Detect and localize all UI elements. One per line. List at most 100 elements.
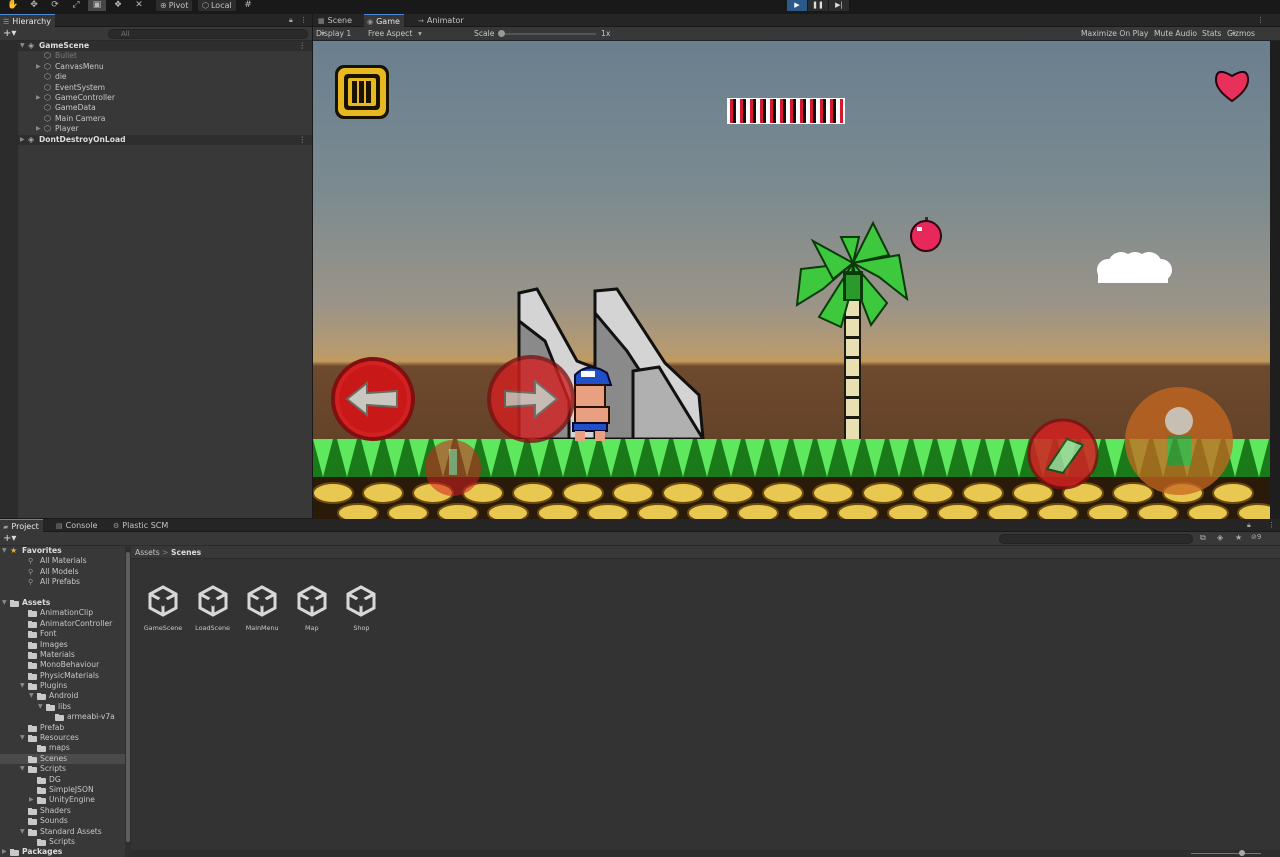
scene-asset[interactable]: Shop bbox=[336, 584, 386, 632]
folder-item[interactable]: Sounds bbox=[0, 816, 125, 826]
folder-item[interactable]: PhysicMaterials bbox=[0, 671, 125, 681]
folder-item[interactable]: Scenes bbox=[0, 753, 125, 765]
scrollbar-thumb[interactable] bbox=[126, 552, 130, 842]
expand-down-icon[interactable]: ▼ bbox=[20, 827, 25, 837]
tab-game[interactable]: ◉ Game bbox=[364, 14, 404, 27]
tab-scene[interactable]: ▦ Scene bbox=[315, 14, 356, 27]
pause-button-icon[interactable] bbox=[335, 65, 389, 119]
folder-item[interactable]: ▼ Plugins bbox=[0, 681, 125, 691]
hierarchy-scene-row[interactable]: ▼ ◈ GameScene ⋮ bbox=[0, 41, 312, 52]
folder-item[interactable]: ▼ libs bbox=[0, 702, 125, 712]
pause-button[interactable]: ❚❚ bbox=[808, 0, 828, 11]
game-menu-icon[interactable]: ⋮ bbox=[1257, 14, 1264, 27]
crouch-button-icon[interactable] bbox=[425, 440, 481, 496]
favorite-search-item[interactable]: ⚲ All Materials bbox=[0, 556, 125, 566]
folder-item[interactable]: armeabi-v7a bbox=[0, 712, 125, 722]
rotate-tool-icon[interactable]: ⟳ bbox=[46, 0, 64, 11]
hierarchy-object-row[interactable]: ▶ ⬡ CanvasMenu bbox=[0, 62, 312, 72]
expand-right-icon[interactable]: ▶ bbox=[29, 795, 34, 805]
folder-item[interactable]: Images bbox=[0, 640, 125, 650]
favorite-search-item[interactable]: ⚲ All Models bbox=[0, 567, 125, 577]
hierarchy-object-row[interactable]: ⬡ EventSystem bbox=[0, 83, 312, 93]
folder-item[interactable]: MonoBehaviour bbox=[0, 660, 125, 670]
favorite-star-icon[interactable]: ★ bbox=[1235, 533, 1242, 542]
play-button[interactable]: ▶ bbox=[787, 0, 807, 11]
folder-item[interactable]: SimpleJSON bbox=[0, 785, 125, 795]
scale-slider-handle[interactable] bbox=[498, 30, 505, 37]
folder-item[interactable]: ▶ UnityEngine bbox=[0, 795, 125, 805]
folder-item[interactable]: AnimationClip bbox=[0, 608, 125, 618]
create-asset-button[interactable]: +▾ bbox=[3, 533, 16, 544]
filter-type-icon[interactable]: ⧉ bbox=[1200, 533, 1206, 543]
tree-section-header[interactable]: ▼ ★ Favorites bbox=[0, 546, 125, 556]
scene-asset[interactable]: LoadScene bbox=[188, 584, 238, 632]
move-left-button-icon[interactable] bbox=[331, 357, 415, 441]
tab-plastic-scm[interactable]: ⚙ Plastic SCM bbox=[110, 519, 172, 532]
folder-item[interactable]: Font bbox=[0, 629, 125, 639]
zoom-slider-handle[interactable] bbox=[1239, 850, 1245, 856]
local-toggle[interactable]: ⬡ Local bbox=[198, 0, 236, 11]
expand-down-icon[interactable]: ▼ bbox=[38, 702, 43, 712]
scene-asset[interactable]: GameScene bbox=[138, 584, 188, 632]
scene-menu-icon[interactable]: ⋮ bbox=[298, 135, 306, 145]
maximize-on-play-toggle[interactable]: Maximize On Play bbox=[1081, 27, 1148, 41]
project-menu-icon[interactable]: ⋮ bbox=[1268, 519, 1275, 532]
pivot-toggle[interactable]: ⊕ Pivot bbox=[156, 0, 193, 11]
folder-item[interactable]: DG bbox=[0, 775, 125, 785]
stats-toggle[interactable]: Stats bbox=[1202, 27, 1221, 41]
hierarchy-object-row[interactable]: ⬡ Main Camera bbox=[0, 114, 312, 124]
folder-item[interactable]: Shaders bbox=[0, 806, 125, 816]
grid-snap-icon[interactable]: # bbox=[239, 0, 257, 11]
scene-asset[interactable]: Map bbox=[287, 584, 337, 632]
move-tool-icon[interactable]: ✥ bbox=[25, 0, 43, 11]
project-search-input[interactable] bbox=[999, 534, 1193, 544]
hierarchy-object-row[interactable]: ▶ ⬡ GameController bbox=[0, 93, 312, 103]
hierarchy-lock-icon[interactable]: 🔒︎ bbox=[289, 14, 293, 27]
expand-down-icon[interactable]: ▼ bbox=[2, 598, 7, 608]
move-right-button-icon[interactable] bbox=[487, 355, 575, 443]
breadcrumb-scenes[interactable]: Scenes bbox=[171, 546, 201, 559]
hand-tool-icon[interactable]: ✋ bbox=[4, 0, 22, 11]
expand-right-icon[interactable]: ▶ bbox=[36, 93, 41, 103]
hierarchy-menu-icon[interactable]: ⋮ bbox=[300, 14, 307, 27]
game-viewport[interactable] bbox=[313, 41, 1270, 519]
rect-tool-icon[interactable]: ▣ bbox=[88, 0, 106, 11]
folder-item[interactable]: ▼ Android bbox=[0, 691, 125, 701]
hierarchy-search-input[interactable]: All bbox=[108, 29, 308, 39]
tab-hierarchy[interactable]: ☰ Hierarchy bbox=[0, 14, 55, 27]
expand-down-icon[interactable]: ▼ bbox=[29, 691, 34, 701]
expand-down-icon[interactable]: ▼ bbox=[2, 546, 7, 556]
tab-project[interactable]: ▰ Project bbox=[0, 519, 43, 532]
filter-label-icon[interactable]: ◈ bbox=[1217, 533, 1223, 542]
mute-audio-toggle[interactable]: Mute Audio bbox=[1154, 27, 1197, 41]
hierarchy-object-row[interactable]: ⬡ Bullet bbox=[0, 51, 312, 61]
tree-section-header[interactable]: ▼ Assets bbox=[0, 598, 125, 608]
folder-item[interactable]: Scripts bbox=[0, 837, 125, 847]
transform-tool-icon[interactable]: ❖ bbox=[109, 0, 127, 11]
jump-button-icon[interactable] bbox=[1125, 387, 1233, 495]
favorite-search-item[interactable]: ⚲ All Prefabs bbox=[0, 577, 125, 587]
custom-tool-icon[interactable]: ✕ bbox=[130, 0, 148, 11]
attack-button-icon[interactable] bbox=[1027, 418, 1099, 490]
folder-item[interactable]: ▼ Scripts bbox=[0, 764, 125, 774]
expand-down-icon[interactable]: ▼ bbox=[20, 764, 25, 774]
breadcrumb-assets[interactable]: Assets bbox=[135, 546, 160, 559]
hidden-packages-toggle[interactable]: ⊘9 bbox=[1251, 533, 1261, 541]
tab-animator[interactable]: ⇝ Animator bbox=[415, 14, 468, 27]
expand-right-icon[interactable]: ▶ bbox=[36, 62, 41, 72]
folder-item[interactable]: maps bbox=[0, 743, 125, 753]
folder-item[interactable]: Prefab bbox=[0, 723, 125, 733]
scene-menu-icon[interactable]: ⋮ bbox=[298, 41, 306, 51]
hierarchy-object-row[interactable]: ▶ ⬡ Player bbox=[0, 124, 312, 134]
zoom-slider-track[interactable] bbox=[1191, 853, 1261, 854]
project-lock-icon[interactable]: 🔒︎ bbox=[1247, 519, 1251, 532]
hierarchy-scene-row[interactable]: ▶ ◈ DontDestroyOnLoad ⋮ bbox=[0, 134, 312, 145]
scale-slider-track[interactable] bbox=[500, 33, 596, 35]
step-button[interactable]: ▶| bbox=[829, 0, 849, 11]
tree-section-header[interactable]: ▶ Packages bbox=[0, 847, 125, 857]
hierarchy-object-row[interactable]: ⬡ GameData bbox=[0, 103, 312, 113]
folder-item[interactable]: AnimatorController bbox=[0, 619, 125, 629]
folder-item[interactable]: Materials bbox=[0, 650, 125, 660]
expand-right-icon[interactable]: ▶ bbox=[36, 124, 41, 134]
folder-item[interactable]: ▼ Resources bbox=[0, 733, 125, 743]
